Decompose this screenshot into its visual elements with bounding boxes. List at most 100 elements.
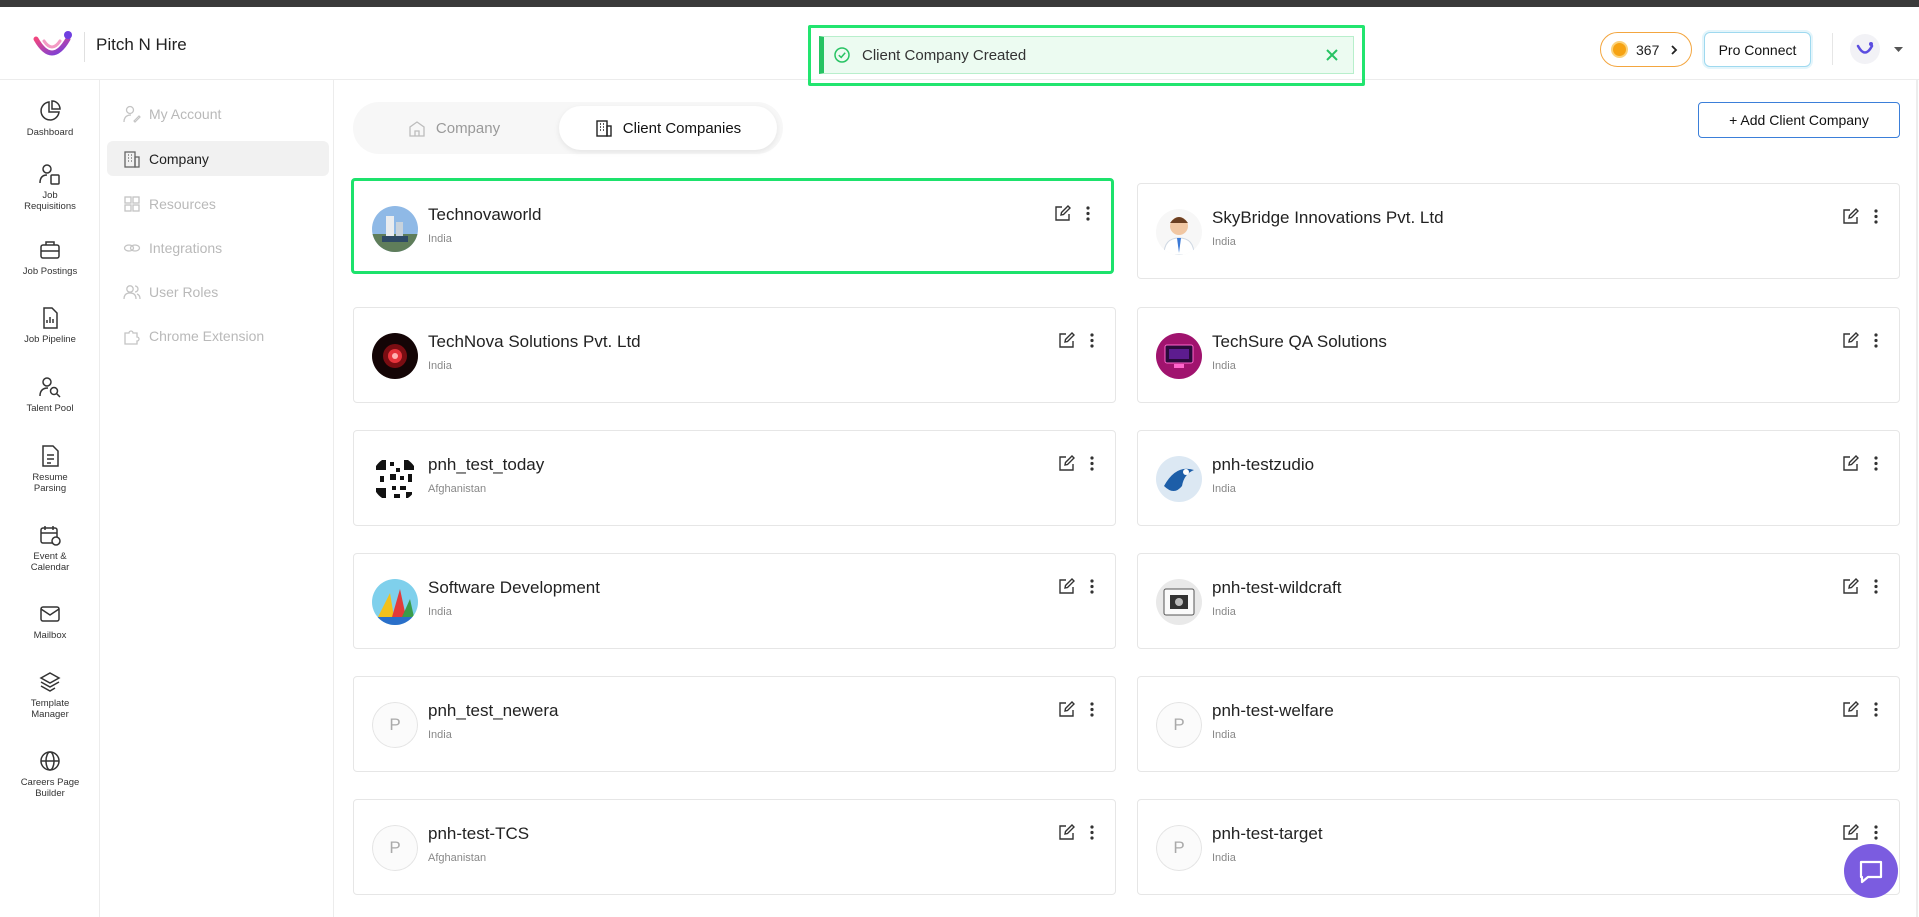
edit-icon[interactable] xyxy=(1058,824,1075,841)
chevron-right-icon xyxy=(1671,45,1678,55)
briefcase-icon xyxy=(40,241,60,259)
tab-client-companies[interactable]: Client Companies xyxy=(559,106,777,150)
company-country: India xyxy=(1212,360,1236,372)
company-card-pnh-testzudio[interactable]: pnh-testzudio India xyxy=(1137,430,1900,526)
subnav-company[interactable]: Company xyxy=(107,141,329,176)
company-card-pnh-test-today[interactable]: pnh_test_today Afghanistan xyxy=(353,430,1116,526)
subnav-my-account[interactable]: My Account xyxy=(107,96,329,131)
company-card-pnh-test-welfare[interactable]: P pnh-test-welfare India xyxy=(1137,676,1900,772)
nav-resume-parsing[interactable]: Resume Parsing xyxy=(0,444,100,494)
more-options-icon[interactable] xyxy=(1873,578,1879,595)
more-options-icon[interactable] xyxy=(1873,332,1879,349)
nav-label: Template xyxy=(30,698,70,709)
nav-job-pipeline[interactable]: Job Pipeline xyxy=(0,306,100,345)
close-icon[interactable] xyxy=(1323,46,1341,64)
chevron-down-icon[interactable] xyxy=(1894,47,1903,53)
nav-label: Careers Page xyxy=(20,777,80,788)
more-options-icon[interactable] xyxy=(1089,455,1095,472)
company-name: pnh-test-wildcraft xyxy=(1212,578,1342,597)
subnav-user-roles[interactable]: User Roles xyxy=(107,274,329,309)
nav-dashboard[interactable]: Dashboard xyxy=(0,99,100,138)
company-logo: P xyxy=(372,825,418,871)
subnav-label: Resources xyxy=(149,195,216,212)
nav-label: Builder xyxy=(35,788,65,799)
more-options-icon[interactable] xyxy=(1873,824,1879,841)
edit-icon[interactable] xyxy=(1054,205,1071,222)
company-logo xyxy=(372,456,418,502)
edit-icon[interactable] xyxy=(1842,332,1859,349)
more-options-icon[interactable] xyxy=(1089,824,1095,841)
edit-icon[interactable] xyxy=(1842,701,1859,718)
company-card-pnh-test-newera[interactable]: P pnh_test_newera India xyxy=(353,676,1116,772)
subnav-resources[interactable]: Resources xyxy=(107,186,329,221)
company-card-technova-solutions[interactable]: TechNova Solutions Pvt. Ltd India xyxy=(353,307,1116,403)
more-options-icon[interactable] xyxy=(1089,578,1095,595)
users-icon xyxy=(123,284,141,299)
more-options-icon[interactable] xyxy=(1873,455,1879,472)
edit-icon[interactable] xyxy=(1842,578,1859,595)
company-card-techsure[interactable]: TechSure QA Solutions India xyxy=(1137,307,1900,403)
company-logo xyxy=(372,333,418,379)
company-card-software-development[interactable]: Software Development India xyxy=(353,553,1116,649)
edit-icon[interactable] xyxy=(1842,208,1859,225)
tab-company[interactable]: Company xyxy=(359,106,549,150)
edit-icon[interactable] xyxy=(1842,455,1859,472)
app-header: Pitch N Hire Client Company Created 367 … xyxy=(0,7,1919,86)
edit-icon[interactable] xyxy=(1842,824,1859,841)
more-options-icon[interactable] xyxy=(1873,208,1879,225)
edit-icon[interactable] xyxy=(1058,701,1075,718)
company-logo xyxy=(1156,456,1202,502)
more-options-icon[interactable] xyxy=(1089,332,1095,349)
subnav-chrome-extension[interactable]: Chrome Extension xyxy=(107,318,329,353)
header-divider xyxy=(1832,33,1833,65)
layers-icon xyxy=(39,672,61,692)
edit-icon[interactable] xyxy=(1058,332,1075,349)
more-options-icon[interactable] xyxy=(1873,701,1879,718)
nav-label: Job Pipeline xyxy=(24,334,76,345)
logo-initial: P xyxy=(372,825,418,871)
pitch-n-hire-logo-icon[interactable] xyxy=(32,29,74,61)
tab-label: Client Companies xyxy=(622,119,742,137)
nav-event-calendar[interactable]: Event & Calendar xyxy=(0,523,100,573)
nav-label: Manager xyxy=(31,709,69,720)
company-card-technovaworld[interactable]: Technovaworld India xyxy=(351,178,1114,274)
company-name: pnh-test-welfare xyxy=(1212,701,1334,720)
company-card-skybridge[interactable]: SkyBridge Innovations Pvt. Ltd India xyxy=(1137,183,1900,279)
company-name: pnh-test-target xyxy=(1212,824,1323,843)
more-options-icon[interactable] xyxy=(1085,205,1091,222)
company-name: TechSure QA Solutions xyxy=(1212,332,1387,351)
company-card-pnh-test-tcs[interactable]: P pnh-test-TCS Afghanistan xyxy=(353,799,1116,895)
nav-job-requisitions[interactable]: Job Requisitions xyxy=(0,162,100,212)
nav-job-postings[interactable]: Job Postings xyxy=(0,238,100,277)
coin-balance[interactable]: 367 xyxy=(1600,32,1692,67)
chat-widget-button[interactable] xyxy=(1844,844,1898,898)
company-country: India xyxy=(428,606,452,618)
coin-count: 367 xyxy=(1636,41,1660,58)
scrollbar-track[interactable] xyxy=(1916,80,1918,917)
company-card-pnh-test-wildcraft[interactable]: pnh-test-wildcraft India xyxy=(1137,553,1900,649)
more-options-icon[interactable] xyxy=(1089,701,1095,718)
edit-icon[interactable] xyxy=(1058,455,1075,472)
nav-mailbox[interactable]: Mailbox xyxy=(0,602,100,641)
brand-name: Pitch N Hire xyxy=(96,35,187,54)
add-client-company-button[interactable]: + Add Client Company xyxy=(1698,102,1900,138)
pro-connect-button[interactable]: Pro Connect xyxy=(1704,32,1811,67)
settings-subnav: My Account Company Resources Integration… xyxy=(101,80,334,917)
subnav-label: My Account xyxy=(149,105,222,122)
subnav-integrations[interactable]: Integrations xyxy=(107,230,329,265)
nav-template-manager[interactable]: Template Manager xyxy=(0,670,100,720)
globe-icon xyxy=(40,751,60,771)
company-country: India xyxy=(428,233,452,245)
puzzle-icon xyxy=(124,329,140,345)
edit-icon[interactable] xyxy=(1058,578,1075,595)
company-tabs: Company Client Companies xyxy=(353,102,783,154)
nav-talent-pool[interactable]: Talent Pool xyxy=(0,375,100,414)
company-country: India xyxy=(1212,606,1236,618)
success-toast: Client Company Created xyxy=(819,36,1354,74)
avatar[interactable] xyxy=(1850,34,1880,64)
company-card-pnh-test-target[interactable]: P pnh-test-target India xyxy=(1137,799,1900,895)
nav-label: Parsing xyxy=(33,483,67,494)
company-country: India xyxy=(1212,483,1236,495)
nav-careers-page-builder[interactable]: Careers Page Builder xyxy=(0,749,100,799)
nav-label: Talent Pool xyxy=(26,403,74,414)
